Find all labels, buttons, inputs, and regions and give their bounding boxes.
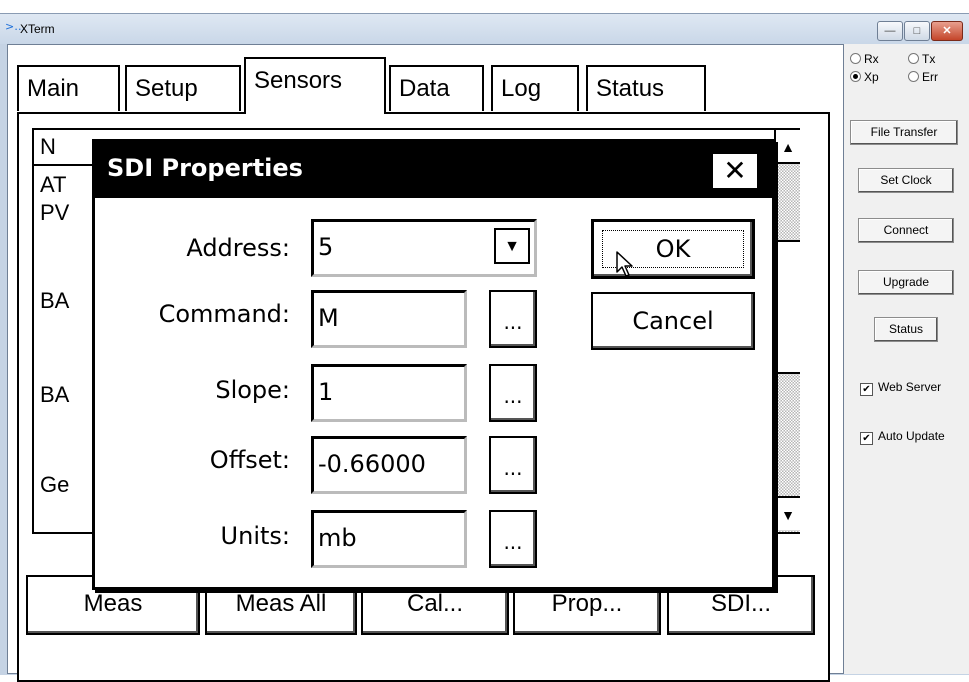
cancel-button[interactable]: Cancel [591, 292, 755, 350]
checkbox-checked-icon: ✔ [860, 383, 873, 396]
units-label: Units: [220, 522, 290, 550]
list-item[interactable]: AT [40, 172, 66, 198]
radio-label: Tx [922, 52, 936, 66]
checkbox-label: Auto Update [878, 429, 945, 443]
radio-tx[interactable]: Tx [908, 52, 935, 66]
scroll-down-icon: ▼ [781, 507, 795, 523]
checkbox-label: Web Server [878, 380, 942, 394]
list-scrollbar[interactable]: ▲ ▼ [774, 130, 800, 532]
scroll-down-button[interactable]: ▼ [776, 496, 800, 530]
maximize-button[interactable]: □ [904, 21, 930, 41]
tab-label: Sensors [254, 67, 343, 94]
address-label: Address: [186, 234, 290, 262]
tab-label: Data [399, 75, 450, 102]
dialog-title: SDI Properties [107, 154, 303, 182]
set-clock-button[interactable]: Set Clock [858, 168, 954, 193]
radio-label: Err [922, 70, 938, 84]
offset-label: Offset: [209, 446, 290, 474]
upgrade-button[interactable]: Upgrade [858, 270, 954, 295]
address-value: 5 [318, 233, 334, 261]
tab-label: Log [501, 75, 542, 102]
scroll-up-button[interactable]: ▲ [776, 130, 800, 164]
minimize-icon: — [884, 25, 896, 37]
tab-label: Status [596, 75, 665, 102]
xterm-app-icon: >… [5, 20, 26, 33]
sdi-properties-dialog: SDI Properties ✕ Address: 5 ▼ Command: M… [92, 139, 775, 590]
chevron-down-icon: ▼ [504, 238, 520, 255]
list-item[interactable]: Ge [40, 472, 69, 498]
tab-main[interactable]: Main [17, 65, 120, 111]
offset-browse-button[interactable]: ... [489, 436, 537, 494]
window-title: XTerm [20, 22, 55, 36]
radio-err[interactable]: Err [908, 70, 938, 84]
scroll-thumb[interactable] [776, 240, 800, 374]
mouse-pointer-icon [616, 251, 633, 277]
units-field[interactable]: mb [311, 510, 467, 568]
tab-setup[interactable]: Setup [125, 65, 241, 111]
command-browse-button[interactable]: ... [489, 290, 537, 348]
tab-data[interactable]: Data [389, 65, 484, 111]
command-label: Command: [158, 300, 290, 328]
close-button[interactable]: ✕ [931, 21, 963, 41]
list-header-label: N [40, 134, 56, 159]
scroll-up-icon: ▲ [781, 139, 795, 155]
radio-selected-icon [850, 71, 861, 82]
tab-status[interactable]: Status [586, 65, 706, 111]
close-icon: ✕ [942, 25, 952, 37]
status-button[interactable]: Status [874, 317, 938, 342]
list-item[interactable]: BA [40, 288, 69, 314]
radio-label: Xp [864, 70, 879, 84]
radio-icon [850, 53, 861, 64]
radio-icon [908, 53, 919, 64]
radio-icon [908, 71, 919, 82]
file-transfer-button[interactable]: File Transfer [850, 120, 958, 145]
slope-field[interactable]: 1 [311, 364, 467, 422]
address-dropdown-button[interactable]: ▼ [494, 228, 530, 264]
radio-xp[interactable]: Xp [850, 70, 879, 84]
tab-label: Main [27, 75, 80, 102]
command-field[interactable]: M [311, 290, 467, 348]
auto-update-checkbox[interactable]: ✔ Auto Update [860, 429, 945, 445]
radio-label: Rx [864, 52, 879, 66]
dialog-close-button[interactable]: ✕ [711, 152, 759, 190]
units-browse-button[interactable]: ... [489, 510, 537, 568]
list-item[interactable]: BA [40, 382, 69, 408]
tab-log[interactable]: Log [491, 65, 579, 111]
tab-label: Setup [135, 75, 198, 102]
minimize-button[interactable]: — [877, 21, 903, 41]
dialog-titlebar[interactable]: SDI Properties ✕ [95, 142, 772, 198]
maximize-icon: □ [913, 25, 921, 37]
checkbox-checked-icon: ✔ [860, 432, 873, 445]
address-combobox[interactable]: 5 ▼ [311, 219, 537, 277]
tab-sensors[interactable]: Sensors [244, 57, 386, 114]
list-item[interactable]: PV [40, 200, 69, 226]
slope-label: Slope: [215, 376, 290, 404]
close-icon: ✕ [723, 154, 747, 187]
radio-rx[interactable]: Rx [850, 52, 879, 66]
right-panel: Rx Tx Xp Err File Transfer Set Clock Con… [844, 44, 969, 674]
slope-browse-button[interactable]: ... [489, 364, 537, 422]
connect-button[interactable]: Connect [858, 218, 954, 243]
window-titlebar[interactable]: >… XTerm — □ ✕ [0, 14, 969, 44]
offset-field[interactable]: -0.66000 [311, 436, 467, 494]
web-server-checkbox[interactable]: ✔ Web Server [860, 380, 941, 396]
